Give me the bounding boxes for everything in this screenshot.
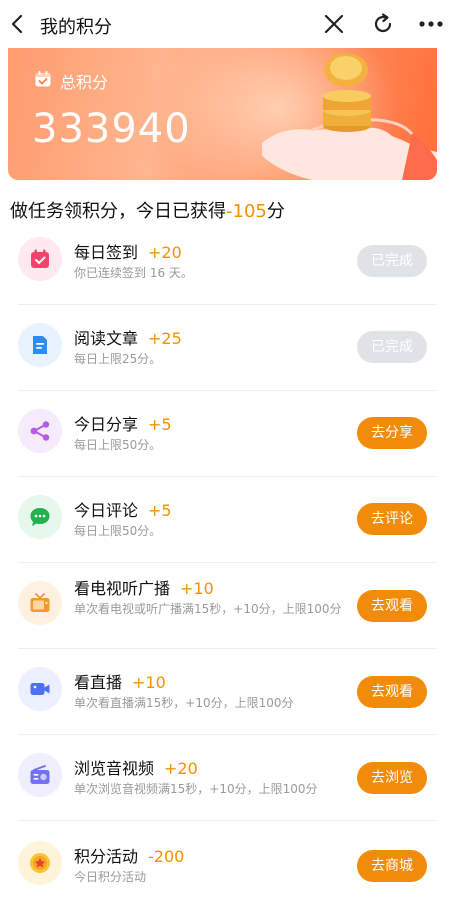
video-camera-icon — [30, 683, 50, 695]
task-desc: 单次看电视或听广播满15秒，+10分，上限100分 — [74, 602, 342, 616]
go-browse-button[interactable]: 去浏览 — [357, 762, 427, 794]
task-watch-live: 看直播 +10 单次看直播满15秒，+10分，上限100分 去观看 — [18, 649, 437, 735]
task-share: 今日分享 +5 每日上限50分。 去分享 — [18, 391, 437, 477]
task-points-activity: 积分活动 -200 今日积分活动 去商城 — [18, 821, 437, 907]
tv-icon — [30, 593, 50, 612]
task-icon-badge — [18, 667, 62, 711]
go-watch-live-button[interactable]: 去观看 — [357, 676, 427, 708]
task-name: 今日分享 +5 — [74, 415, 172, 434]
close-icon[interactable] — [322, 12, 346, 36]
task-points: +5 — [148, 501, 172, 520]
task-name: 阅读文章 +25 — [74, 329, 182, 348]
task-icon-badge — [18, 409, 62, 453]
task-desc: 每日上限25分。 — [74, 352, 162, 366]
task-name: 今日评论 +5 — [74, 501, 172, 520]
task-name: 每日签到 +20 — [74, 243, 182, 262]
task-desc: 每日上限50分。 — [74, 438, 162, 452]
task-desc: 每日上限50分。 — [74, 524, 162, 538]
task-icon-badge — [18, 581, 62, 625]
total-points-banner: 总积分 333940 — [8, 48, 437, 180]
task-points: +10 — [132, 673, 166, 692]
read-done-button[interactable]: 已完成 — [357, 331, 427, 363]
task-name: 看电视听广播 +10 — [74, 579, 214, 598]
calendar-check-icon — [31, 249, 49, 268]
task-browse-media: 浏览音视频 +20 单次浏览音视频满15秒，+10分，上限100分 去浏览 — [18, 735, 437, 821]
chevron-left-icon[interactable] — [8, 12, 28, 36]
task-read-article: 阅读文章 +25 每日上限25分。 已完成 — [18, 305, 437, 391]
go-mall-button[interactable]: 去商城 — [357, 850, 427, 882]
task-icon-badge — [18, 495, 62, 539]
task-daily-checkin: 每日签到 +20 你已连续签到 16 天。 已完成 — [18, 219, 437, 305]
page-title: 我的积分 — [40, 17, 112, 38]
calendar-icon — [35, 71, 51, 87]
task-name: 积分活动 -200 — [74, 847, 185, 866]
go-share-button[interactable]: 去分享 — [357, 417, 427, 449]
task-points: +5 — [148, 415, 172, 434]
coins-hand-icon — [262, 53, 437, 180]
star-medal-icon — [30, 853, 50, 873]
task-points: +10 — [180, 579, 214, 598]
task-desc: 单次看直播满15秒，+10分，上限100分 — [74, 696, 294, 710]
share-icon — [30, 421, 50, 441]
task-name: 看直播 +10 — [74, 673, 166, 692]
radio-icon — [30, 765, 50, 784]
task-icon-badge — [18, 841, 62, 885]
document-icon — [33, 336, 47, 354]
task-watch-tv-radio: 看电视听广播 +10 单次看电视或听广播满15秒，+10分，上限100分 去观看 — [18, 563, 437, 649]
task-name: 浏览音视频 +20 — [74, 759, 198, 778]
comment-icon — [30, 508, 50, 526]
more-dots-icon[interactable] — [418, 20, 444, 28]
go-comment-button[interactable]: 去评论 — [357, 503, 427, 535]
task-icon-badge — [18, 237, 62, 281]
go-watch-button[interactable]: 去观看 — [357, 590, 427, 622]
total-points-label: 总积分 — [60, 73, 109, 92]
task-icon-badge — [18, 753, 62, 797]
task-points: -200 — [148, 847, 185, 866]
task-points: +20 — [164, 759, 198, 778]
task-desc: 你已连续签到 16 天。 — [74, 266, 193, 280]
task-comment: 今日评论 +5 每日上限50分。 去评论 — [18, 477, 437, 563]
refresh-icon[interactable] — [371, 12, 395, 36]
task-points: +25 — [148, 329, 182, 348]
checkin-done-button[interactable]: 已完成 — [357, 245, 427, 277]
top-bar: 我的积分 — [0, 0, 457, 48]
task-desc: 今日积分活动 — [74, 870, 147, 884]
task-points: +20 — [148, 243, 182, 262]
task-icon-badge — [18, 323, 62, 367]
total-points-value: 333940 — [32, 106, 191, 152]
task-desc: 单次浏览音视频满15秒，+10分，上限100分 — [74, 782, 318, 796]
